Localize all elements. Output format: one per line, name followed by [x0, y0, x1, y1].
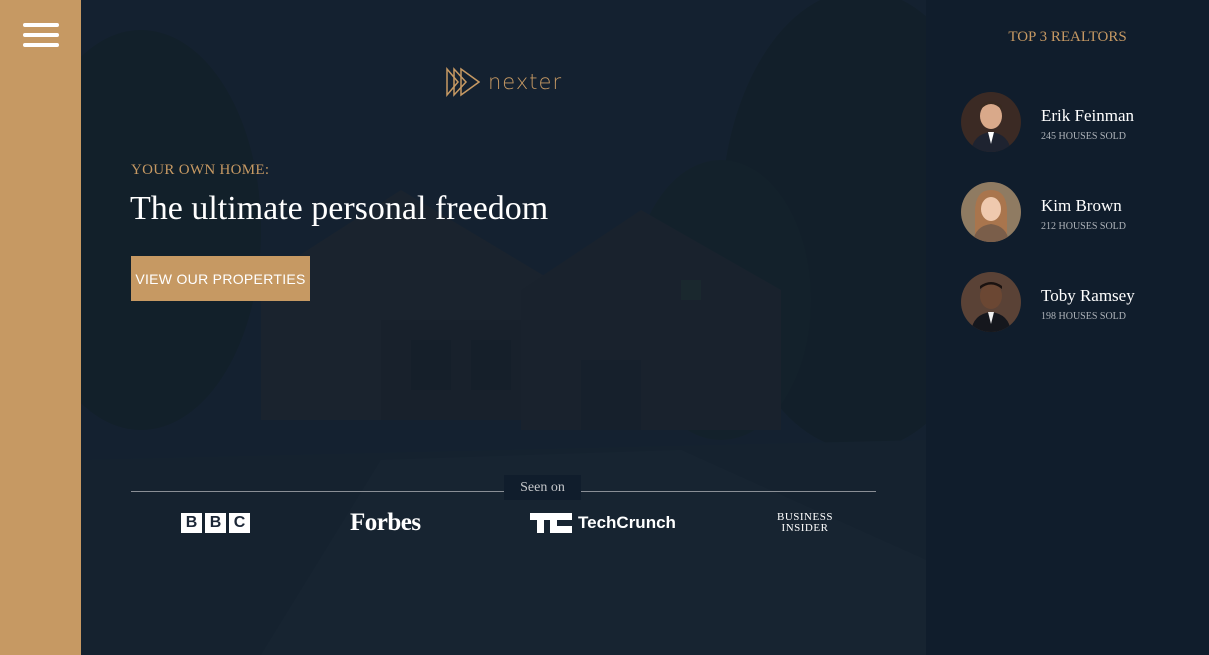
seen-on-label: Seen on: [504, 475, 581, 500]
view-properties-button[interactable]: VIEW OUR PROPERTIES: [131, 256, 310, 301]
business-insider-logo: BUSINESS INSIDER: [777, 512, 833, 534]
realtor-name: Erik Feinman: [1041, 106, 1135, 125]
menu-bar: [23, 33, 59, 37]
bbc-letter: C: [229, 513, 250, 533]
realtor-name: Kim Brown: [1041, 196, 1122, 215]
nexter-logo-icon: [446, 67, 480, 97]
techcrunch-logo: TechCrunch: [530, 513, 676, 533]
realtor-sold: 212 HOUSES SOLD: [1041, 221, 1127, 232]
realtors-title: TOP 3 REALTORS: [1008, 29, 1127, 45]
avatar: [961, 272, 1021, 332]
avatar: [961, 92, 1021, 152]
sidebar: [0, 0, 81, 655]
hero-overlay: [81, 0, 926, 655]
techcrunch-mark-icon: [530, 513, 572, 533]
realtor-item[interactable]: Toby Ramsey 198 HOUSES SOLD: [961, 272, 1191, 332]
realtor-sold: 245 HOUSES SOLD: [1041, 131, 1127, 142]
bbc-letter: B: [181, 513, 202, 533]
realtor-item[interactable]: Erik Feinman 245 HOUSES SOLD: [961, 92, 1191, 152]
menu-bar: [23, 23, 59, 27]
logo-text: nexter: [488, 70, 563, 94]
techcrunch-text: TechCrunch: [578, 513, 676, 532]
hero-section: nexter YOUR OWN HOME: The ultimate perso…: [81, 0, 926, 655]
nexter-logo[interactable]: nexter: [446, 66, 562, 98]
menu-bar: [23, 43, 59, 47]
forbes-logo: Forbes: [350, 509, 421, 536]
realtors-panel: TOP 3 REALTORS Erik Feinman 245 HOUSES S…: [926, 0, 1209, 655]
hero-title: The ultimate personal freedom: [130, 190, 549, 227]
avatar: [961, 182, 1021, 242]
bbc-logo: B B C: [181, 513, 250, 533]
hamburger-menu-icon[interactable]: [23, 22, 59, 50]
bbc-letter: B: [205, 513, 226, 533]
hero-pretitle: YOUR OWN HOME:: [131, 162, 270, 178]
business-insider-line2: INSIDER: [781, 522, 829, 534]
realtor-name: Toby Ramsey: [1041, 286, 1135, 305]
realtor-sold: 198 HOUSES SOLD: [1041, 311, 1127, 322]
realtor-item[interactable]: Kim Brown 212 HOUSES SOLD: [961, 182, 1191, 242]
